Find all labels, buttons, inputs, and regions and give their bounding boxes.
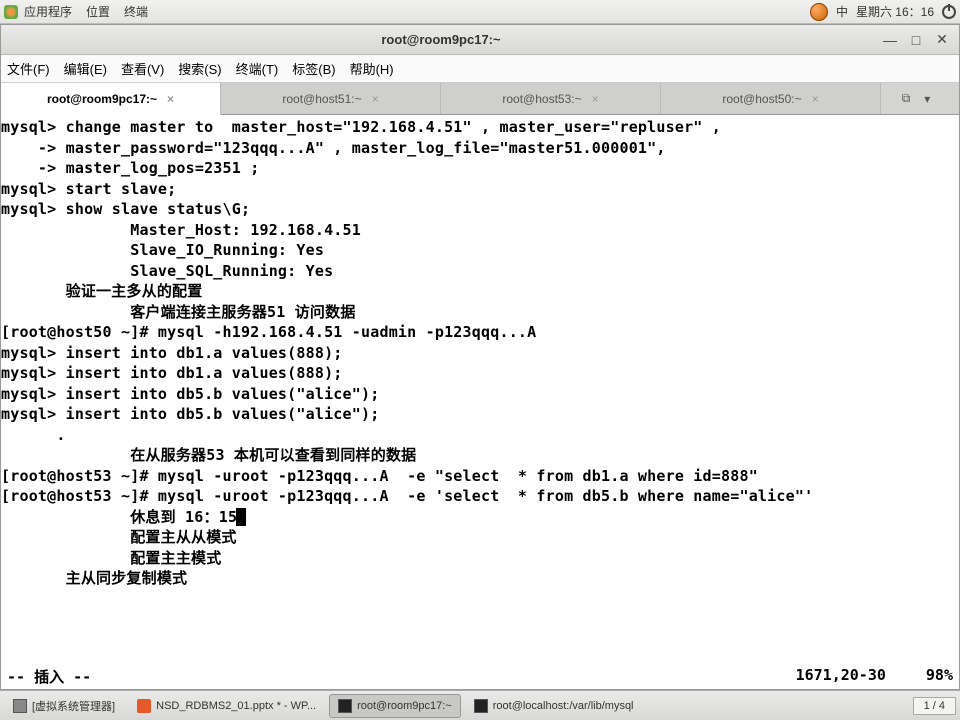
terminal-line: -> master_log_pos=2351 ; (1, 158, 959, 179)
terminal-line: Slave_SQL_Running: Yes (1, 261, 959, 282)
terminal-line-cursor: 休息到 16：15 (1, 507, 959, 528)
terminal-line: [root@host53 ~]# mysql -uroot -p123qqq..… (1, 466, 959, 487)
terminal-line: mysql> change master to master_host="192… (1, 117, 959, 138)
terminal-output[interactable]: mysql> change master to master_host="192… (1, 115, 959, 665)
terminal-line: 客户端连接主服务器51 访问数据 (1, 302, 959, 323)
tab-close-icon[interactable]: × (167, 92, 174, 106)
taskbar-item-wps[interactable]: NSD_RDBMS2_01.pptx * - WP... (128, 694, 325, 718)
terminal-line: [root@host50 ~]# mysql -h192.168.4.51 -u… (1, 322, 959, 343)
terminal-window: root@room9pc17:~ — □ ✕ 文件(F) 编辑(E) 查看(V)… (0, 24, 960, 690)
terminal-tabbar: root@room9pc17:~ × root@host51:~ × root@… (1, 83, 959, 115)
activities-icon[interactable] (4, 5, 18, 19)
menu-file[interactable]: 文件(F) (7, 59, 50, 78)
window-minimize-button[interactable]: — (881, 31, 899, 49)
menu-help[interactable]: 帮助(H) (350, 59, 394, 78)
window-maximize-button[interactable]: □ (907, 31, 925, 49)
tab-label: root@host50:~ (722, 92, 801, 106)
task-label: root@room9pc17:~ (357, 700, 452, 712)
terminal-line: mysql> insert into db5.b values("alice")… (1, 404, 959, 425)
terminal-tab-1[interactable]: root@host51:~ × (221, 83, 441, 114)
window-title: root@room9pc17:~ (9, 32, 873, 47)
tab-close-icon[interactable]: × (372, 92, 379, 106)
terminal-tab-3[interactable]: root@host50:~ × (661, 83, 881, 114)
ime-indicator[interactable]: 中 (836, 3, 848, 20)
text-cursor (236, 508, 246, 526)
tab-overview-icon[interactable]: ⧉ (902, 91, 911, 106)
terminal-line: . (1, 425, 959, 446)
power-icon[interactable] (942, 5, 956, 19)
terminal-line: 配置主主模式 (1, 548, 959, 569)
terminal-line: Slave_IO_Running: Yes (1, 240, 959, 261)
terminal-line: mysql> insert into db1.a values(888); (1, 343, 959, 364)
window-titlebar[interactable]: root@room9pc17:~ — □ ✕ (1, 25, 959, 55)
terminal-line: 验证一主多从的配置 (1, 281, 959, 302)
presentation-icon (137, 699, 151, 713)
task-label: NSD_RDBMS2_01.pptx * - WP... (156, 700, 316, 712)
task-label: [虚拟系统管理器] (32, 698, 115, 714)
panel-menu-places[interactable]: 位置 (86, 3, 110, 20)
taskbar-item-vm-manager[interactable]: [虚拟系统管理器] (4, 694, 124, 718)
tab-tools: ⧉ ▾ (881, 83, 951, 114)
menu-terminal[interactable]: 终端(T) (236, 59, 279, 78)
workspace-switcher[interactable]: 1 / 4 (913, 697, 956, 715)
terminal-tab-2[interactable]: root@host53:~ × (441, 83, 661, 114)
tray-update-icon[interactable] (810, 3, 828, 21)
vm-icon (13, 699, 27, 713)
menu-edit[interactable]: 编辑(E) (64, 59, 107, 78)
panel-menu-terminal[interactable]: 终端 (124, 3, 148, 20)
desktop-taskbar: [虚拟系统管理器] NSD_RDBMS2_01.pptx * - WP... r… (0, 690, 960, 720)
desktop-top-panel: 应用程序 位置 终端 中 星期六 16：16 (0, 0, 960, 24)
vim-mode: -- 插入 -- (7, 666, 91, 687)
terminal-line: mysql> insert into db5.b values("alice")… (1, 384, 959, 405)
taskbar-item-terminal-1[interactable]: root@room9pc17:~ (329, 694, 461, 718)
terminal-line: 在从服务器53 本机可以查看到同样的数据 (1, 445, 959, 466)
vim-percent: 98% (926, 666, 953, 687)
taskbar-item-terminal-2[interactable]: root@localhost:/var/lib/mysql (465, 694, 643, 718)
tab-label: root@host51:~ (282, 92, 361, 106)
terminal-line: mysql> show slave status\G; (1, 199, 959, 220)
tab-dropdown-icon[interactable]: ▾ (924, 92, 930, 106)
panel-menu-applications[interactable]: 应用程序 (24, 3, 72, 20)
task-label: root@localhost:/var/lib/mysql (493, 700, 634, 712)
menu-tabs[interactable]: 标签(B) (292, 59, 335, 78)
terminal-menubar: 文件(F) 编辑(E) 查看(V) 搜索(S) 终端(T) 标签(B) 帮助(H… (1, 55, 959, 83)
terminal-line: Master_Host: 192.168.4.51 (1, 220, 959, 241)
vim-position: 1671,20-30 (796, 666, 886, 687)
terminal-line: mysql> start slave; (1, 179, 959, 200)
terminal-line: [root@host53 ~]# mysql -uroot -p123qqq..… (1, 486, 959, 507)
terminal-line: 配置主从从模式 (1, 527, 959, 548)
tab-label: root@room9pc17:~ (47, 92, 157, 106)
terminal-line: -> master_password="123qqq...A" , master… (1, 138, 959, 159)
window-close-button[interactable]: ✕ (933, 31, 951, 49)
terminal-tab-0[interactable]: root@room9pc17:~ × (1, 83, 221, 115)
clock[interactable]: 星期六 16：16 (856, 3, 934, 20)
tab-label: root@host53:~ (502, 92, 581, 106)
terminal-icon (474, 699, 488, 713)
terminal-line: mysql> insert into db1.a values(888); (1, 363, 959, 384)
terminal-line: 主从同步复制模式 (1, 568, 959, 589)
menu-view[interactable]: 查看(V) (121, 59, 164, 78)
terminal-icon (338, 699, 352, 713)
menu-search[interactable]: 搜索(S) (178, 59, 221, 78)
tab-close-icon[interactable]: × (812, 92, 819, 106)
tab-close-icon[interactable]: × (592, 92, 599, 106)
vim-status-line: -- 插入 -- 1671,20-30 98% (1, 665, 959, 689)
